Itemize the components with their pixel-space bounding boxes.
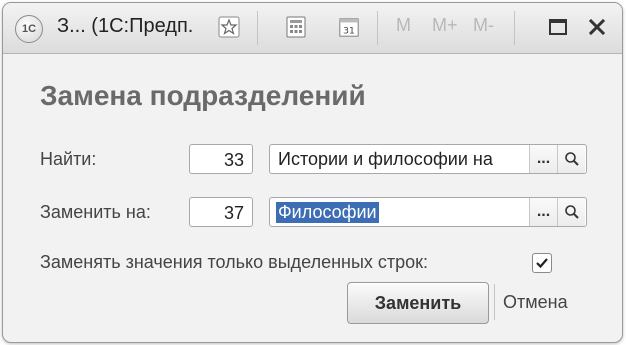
window-title: З... (1С:Предп. — [57, 15, 194, 37]
toolbar-separator — [514, 11, 515, 45]
toolbar-separator — [377, 11, 378, 45]
replace-value-field[interactable]: Философии ... — [269, 197, 587, 227]
only-selected-label: Заменять значения только выделенных стро… — [40, 252, 429, 272]
cancel-button[interactable]: Отмена — [503, 292, 568, 313]
replace-search-button[interactable] — [557, 198, 585, 226]
find-value-text: Истории и философии на — [278, 149, 493, 169]
dialog-window: 1С З... (1С:Предп. 31 M M+ M- Замена под… — [2, 2, 623, 343]
find-label: Найти: — [40, 149, 97, 169]
title-bar: 1С З... (1С:Предп. 31 M M+ M- — [3, 3, 622, 54]
form-body: Замена подразделений Найти: 33 Истории и… — [3, 54, 622, 342]
maximize-icon[interactable] — [547, 16, 569, 38]
search-icon — [564, 152, 579, 166]
replace-code-field[interactable]: 37 — [189, 197, 253, 227]
replace-label: Заменить на: — [40, 202, 151, 222]
button-separator — [494, 284, 495, 320]
only-selected-checkbox[interactable] — [532, 253, 552, 273]
star-icon[interactable] — [218, 16, 240, 38]
replace-value-text: Философии — [276, 202, 379, 223]
memory-m-button[interactable]: M — [396, 15, 411, 36]
checkmark-icon — [536, 258, 548, 269]
search-icon — [564, 205, 579, 219]
calendar-day-label: 31 — [343, 25, 355, 36]
memory-plus-button[interactable]: M+ — [432, 15, 458, 36]
app-logo-icon[interactable]: 1С — [15, 15, 43, 43]
replace-button[interactable]: Заменить — [347, 282, 489, 324]
replace-choose-button[interactable]: ... — [529, 198, 557, 226]
form-heading: Замена подразделений — [40, 80, 366, 111]
calculator-icon[interactable] — [285, 16, 307, 38]
memory-minus-button[interactable]: M- — [473, 15, 494, 36]
find-code-field[interactable]: 33 — [189, 144, 253, 174]
close-icon[interactable] — [586, 16, 608, 38]
toolbar-separator — [257, 11, 258, 45]
calendar-icon[interactable]: 31 — [338, 16, 360, 38]
find-value-field[interactable]: Истории и философии на ... — [269, 144, 587, 174]
find-choose-button[interactable]: ... — [529, 145, 557, 173]
find-search-button[interactable] — [557, 145, 585, 173]
